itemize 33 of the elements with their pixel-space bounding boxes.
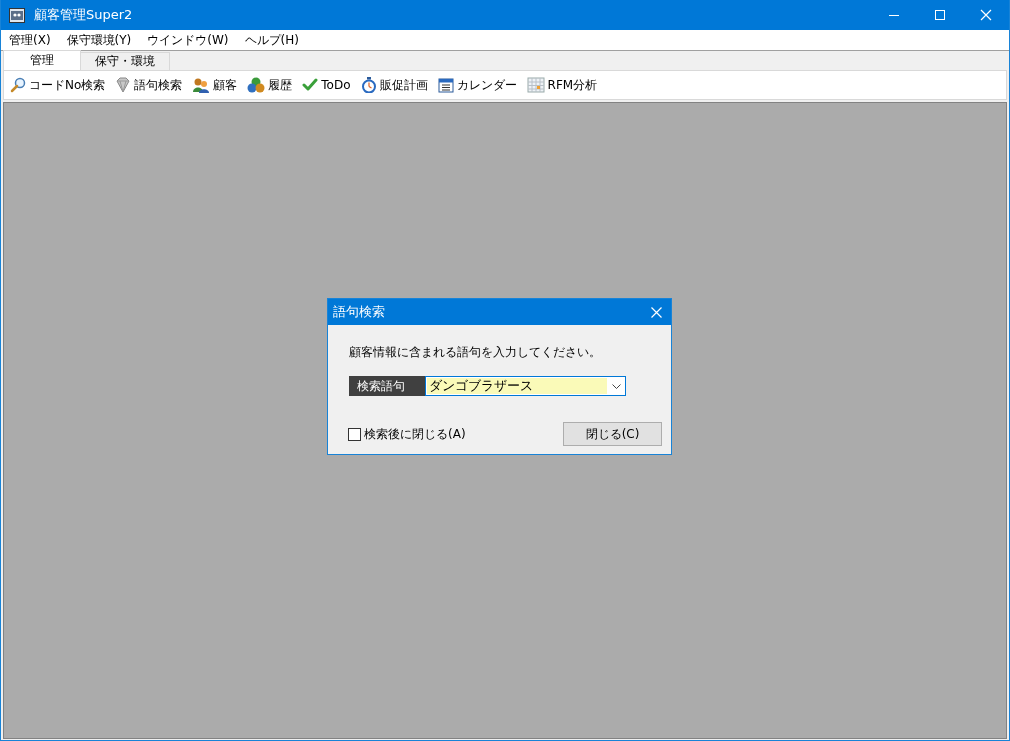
menu-item[interactable]: 管理(X) bbox=[1, 31, 59, 49]
people-icon bbox=[192, 77, 211, 93]
toolbar-button[interactable]: 顧客 bbox=[192, 76, 238, 94]
calendar-icon bbox=[437, 77, 454, 93]
maximize-icon bbox=[935, 10, 945, 20]
close-icon bbox=[650, 306, 662, 318]
toolbar-button[interactable]: コードNo検索 bbox=[10, 76, 106, 94]
toolbar-button[interactable]: ToDo bbox=[302, 77, 351, 93]
coins-icon bbox=[247, 77, 266, 93]
toolbar-button[interactable]: 履歴 bbox=[247, 76, 293, 94]
menu-item[interactable]: ウインドウ(W) bbox=[139, 31, 237, 49]
grid-table-icon bbox=[526, 77, 545, 93]
field-label: 検索語句 bbox=[349, 376, 425, 396]
dialog-title: 語句検索 bbox=[333, 303, 386, 321]
close-icon bbox=[980, 9, 992, 21]
tab[interactable]: 管理 bbox=[3, 50, 81, 70]
app-icon bbox=[9, 7, 25, 23]
toolbar-button[interactable]: RFM分析 bbox=[526, 76, 598, 94]
toolbar-button[interactable]: カレンダー bbox=[437, 76, 517, 94]
window-title: 顧客管理Super2 bbox=[34, 6, 133, 24]
stopwatch-icon bbox=[360, 77, 377, 93]
instruction-text: 顧客情報に含まれる語句を入力してください。 bbox=[349, 344, 602, 361]
gem-icon bbox=[115, 77, 132, 93]
search-term-combobox[interactable]: ダンゴブラザース bbox=[425, 376, 626, 396]
menu-item[interactable]: ヘルプ(H) bbox=[236, 31, 307, 49]
menu-item[interactable]: 保守環境(Y) bbox=[58, 31, 140, 49]
toolbar-button[interactable]: 販促計画 bbox=[360, 76, 428, 94]
tab[interactable]: 保守・環境 bbox=[80, 52, 170, 70]
close-after-search-checkbox[interactable]: 検索後に閉じる(A) bbox=[348, 425, 466, 443]
toolbar-button[interactable]: 語句検索 bbox=[115, 76, 183, 94]
check-icon bbox=[302, 77, 319, 93]
magnifier-icon bbox=[10, 77, 26, 93]
close-dialog-button[interactable]: 閉じる(C) bbox=[563, 422, 662, 446]
